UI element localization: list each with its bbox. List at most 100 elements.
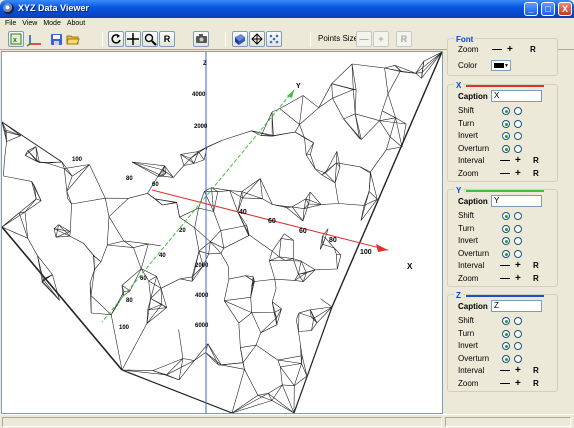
- menu-file[interactable]: File: [2, 18, 19, 29]
- mesh-edge: [110, 314, 123, 371]
- mesh-edge: [71, 197, 106, 205]
- zoom-minus-button[interactable]: —: [500, 273, 510, 284]
- font-color-picker[interactable]: ▼: [491, 60, 511, 71]
- axis-option-radio-on[interactable]: [502, 119, 510, 128]
- caption-input[interactable]: Z: [491, 300, 542, 312]
- mesh-edge: [198, 250, 209, 255]
- interval-reset-button[interactable]: R: [533, 261, 539, 271]
- camera-icon[interactable]: [193, 31, 209, 47]
- mesh-edge: [133, 243, 149, 248]
- open-folder-icon[interactable]: [65, 31, 81, 47]
- mesh-edge: [205, 352, 219, 366]
- zoom-minus-button[interactable]: —: [500, 168, 510, 179]
- table-icon[interactable]: x: [8, 31, 24, 47]
- axis-option-radio-off[interactable]: [514, 249, 522, 258]
- mesh-edge: [221, 364, 245, 370]
- zoom-icon[interactable]: [142, 31, 158, 47]
- axis-option-radio-on[interactable]: [502, 329, 510, 338]
- axis-option-radio-on[interactable]: [502, 342, 510, 350]
- toolbar-separator: [102, 32, 103, 47]
- 3d-viewport[interactable]: 40 60 60 80 100 X 20 40 60 80 100 Y 4000…: [1, 51, 443, 414]
- font-zoom-plus-button[interactable]: +: [507, 45, 513, 55]
- zoom-plus-button[interactable]: +: [515, 273, 521, 284]
- zoom-minus-button[interactable]: —: [500, 378, 510, 389]
- move-icon[interactable]: [125, 31, 141, 47]
- interval-plus-button[interactable]: +: [515, 156, 521, 166]
- menu-about[interactable]: About: [64, 18, 88, 29]
- surface-mode-icon[interactable]: [232, 31, 248, 47]
- zoom-plus-button[interactable]: +: [515, 378, 521, 389]
- mesh-edge: [332, 98, 344, 120]
- save-icon[interactable]: [48, 31, 64, 47]
- menu-mode[interactable]: Mode: [40, 18, 64, 29]
- mesh-edge: [221, 130, 252, 141]
- axis-option-radio-off[interactable]: [514, 354, 522, 363]
- axis-option-radio-off[interactable]: [514, 342, 522, 350]
- axis-option-radio-on[interactable]: [502, 224, 510, 233]
- axis-option-radio-on[interactable]: [502, 354, 510, 363]
- interval-minus-button[interactable]: —: [500, 261, 510, 271]
- mesh-edge: [276, 308, 282, 325]
- mesh-edge: [231, 369, 245, 413]
- reset-view-button[interactable]: R: [159, 31, 175, 47]
- mesh-edge: [64, 164, 90, 169]
- wireframe-mode-icon[interactable]: [249, 31, 265, 47]
- axis-option-radio-off[interactable]: [514, 107, 522, 115]
- axis-option-radio-on[interactable]: [502, 237, 510, 245]
- font-zoom-reset-button[interactable]: R: [530, 45, 536, 55]
- mesh-edge: [241, 178, 261, 192]
- points-size-increase-button[interactable]: +: [373, 31, 389, 47]
- font-zoom-minus-button[interactable]: —: [492, 45, 502, 55]
- mesh-edge: [210, 230, 221, 242]
- mesh-edge: [31, 181, 37, 199]
- axis-option-radio-on[interactable]: [502, 132, 510, 140]
- axis-option-radio-off[interactable]: [514, 329, 522, 338]
- x-tick-label: 80: [329, 237, 337, 244]
- minimize-button[interactable]: _: [524, 2, 538, 16]
- axis-option-radio-on[interactable]: [502, 317, 510, 325]
- axis-option-radio-on[interactable]: [502, 144, 510, 153]
- axis-option-radio-off[interactable]: [514, 237, 522, 245]
- axis-option-radio-off[interactable]: [514, 144, 522, 153]
- axis-option-radio-off[interactable]: [514, 119, 522, 128]
- menu-view[interactable]: View: [19, 18, 40, 29]
- interval-minus-button[interactable]: —: [500, 156, 510, 166]
- points-size-reset-button[interactable]: R: [396, 31, 412, 47]
- axis-option-radio-on[interactable]: [502, 107, 510, 115]
- mesh-edge: [250, 297, 252, 313]
- axis-option-radio-on[interactable]: [502, 212, 510, 220]
- close-button[interactable]: X: [558, 2, 572, 16]
- interval-reset-button[interactable]: R: [533, 366, 539, 376]
- zoom-plus-button[interactable]: +: [515, 168, 521, 179]
- mesh-plot: 40 60 60 80 100 X 20 40 60 80 100 Y 4000…: [2, 52, 442, 413]
- caption-input[interactable]: X: [491, 90, 542, 102]
- axis-option-radio-off[interactable]: [514, 212, 522, 220]
- dropdown-arrow-icon: ▼: [504, 63, 509, 69]
- mesh-edge: [148, 280, 151, 299]
- interval-plus-button[interactable]: +: [515, 366, 521, 376]
- mesh-edge: [292, 206, 305, 209]
- axes-icon[interactable]: [25, 31, 43, 47]
- mesh-edge: [310, 154, 316, 170]
- caption-input[interactable]: Y: [491, 195, 542, 207]
- axis-option-radio-off[interactable]: [514, 317, 522, 325]
- mesh-edge: [361, 120, 380, 140]
- mesh-edge: [277, 360, 281, 367]
- maximize-button[interactable]: □: [541, 2, 555, 16]
- interval-plus-button[interactable]: +: [515, 261, 521, 271]
- points-size-decrease-button[interactable]: —: [356, 31, 372, 47]
- zoom-reset-button[interactable]: R: [533, 169, 539, 179]
- interval-minus-button[interactable]: —: [500, 366, 510, 376]
- mesh-edge: [228, 266, 230, 280]
- points-mode-icon[interactable]: [266, 31, 282, 47]
- axis-option-radio-off[interactable]: [514, 224, 522, 233]
- axis-option-radio-off[interactable]: [514, 132, 522, 140]
- interval-reset-button[interactable]: R: [533, 156, 539, 166]
- interval-label: Interval: [458, 261, 485, 270]
- mesh-edge: [299, 95, 304, 125]
- zoom-reset-button[interactable]: R: [533, 379, 539, 389]
- rotate-icon[interactable]: [108, 31, 124, 47]
- y-tick-label: 80: [126, 298, 133, 304]
- zoom-reset-button[interactable]: R: [533, 274, 539, 284]
- axis-option-radio-on[interactable]: [502, 249, 510, 258]
